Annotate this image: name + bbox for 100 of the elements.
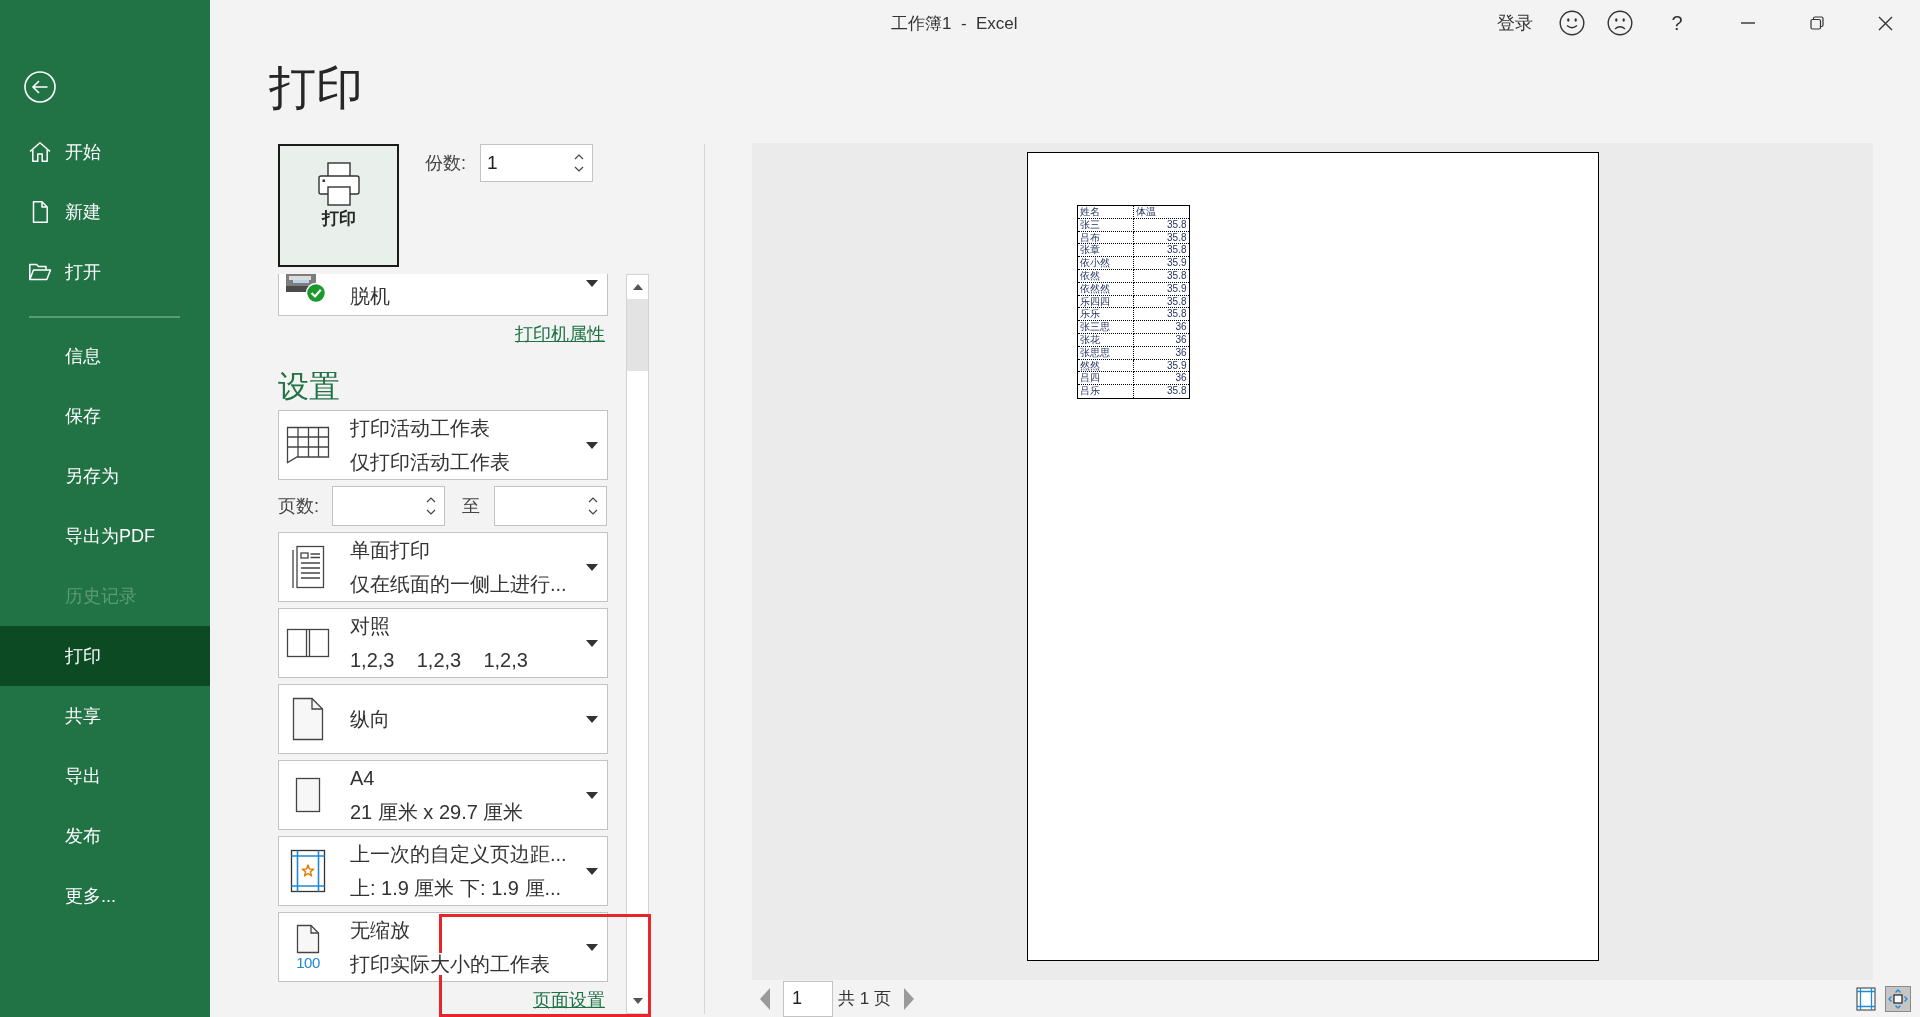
page-from-field[interactable] — [332, 486, 445, 526]
settings-heading: 设置 — [278, 370, 340, 404]
table-cell: 张三 — [1077, 218, 1134, 232]
caret-icon — [586, 867, 598, 875]
help-button[interactable]: ? — [1654, 0, 1700, 46]
table-cell: 乐乐 — [1077, 308, 1134, 322]
previous-page-button[interactable] — [760, 987, 770, 1010]
home-icon — [28, 140, 52, 164]
page-to-field[interactable] — [494, 486, 607, 526]
print-button[interactable]: 打印 — [278, 144, 399, 267]
copies-field[interactable]: 1 — [480, 144, 593, 182]
caret-icon — [586, 791, 598, 799]
page-setup-link[interactable]: 页面设置 — [533, 990, 605, 1010]
table-cell: 依然 — [1077, 270, 1134, 283]
nav-item[interactable]: 发布 — [0, 806, 210, 866]
sheet-grid-icon — [286, 426, 330, 464]
nav-item[interactable]: 共享 — [0, 686, 210, 746]
table-cell: 35.8 — [1133, 218, 1189, 232]
nav-item[interactable]: 打开 — [0, 242, 210, 302]
column-header: 姓名 — [1077, 206, 1134, 219]
settings-dropdown[interactable]: 纵向 — [278, 684, 608, 754]
nav-item[interactable]: 保存 — [0, 386, 210, 446]
table-cell: 35.9 — [1133, 359, 1189, 373]
caret-icon — [586, 563, 598, 571]
table-cell: 36 — [1133, 372, 1189, 386]
option-description: 上: 1.9 厘米 下: 1.9 厘... — [350, 877, 562, 899]
nav-item[interactable]: 导出为PDF — [0, 506, 210, 566]
table-cell: 吕布 — [1077, 231, 1134, 245]
smiley-face-icon — [1559, 10, 1585, 36]
nav-item[interactable]: 新建 — [0, 182, 210, 242]
scrollbar-thumb[interactable] — [627, 299, 648, 371]
page-count: 共 1 页 — [838, 988, 891, 1010]
settings-dropdown[interactable]: 对照 1,2,3 1,2,3 1,2,3 — [278, 608, 608, 678]
table-cell: 张章 — [1077, 244, 1134, 258]
chevron-down-icon[interactable] — [426, 509, 436, 515]
chevron-up-icon[interactable] — [426, 497, 436, 503]
nav-item[interactable]: 信息 — [0, 326, 210, 386]
triangle-down-icon — [632, 998, 643, 1004]
table-cell: 35.8 — [1133, 231, 1189, 245]
next-page-button[interactable] — [903, 987, 914, 1010]
page-icon — [292, 697, 324, 741]
table-cell: 张思思 — [1077, 346, 1134, 360]
table-cell: 36 — [1133, 346, 1189, 360]
printer-ready-icon — [285, 274, 327, 304]
to-label: 至 — [462, 495, 480, 518]
option-description: 21 厘米 x 29.7 厘米 — [350, 801, 524, 823]
nav-item[interactable]: 开始 — [0, 122, 210, 182]
caret-icon — [586, 280, 598, 287]
table-cell: 35.8 — [1133, 308, 1189, 322]
printer-properties-link[interactable]: 打印机属性 — [515, 324, 605, 344]
nav-item[interactable]: 导出 — [0, 746, 210, 806]
table-cell: 35.9 — [1133, 282, 1189, 296]
minimize-icon — [1740, 22, 1755, 24]
settings-dropdown[interactable]: 100 无缩放 打印实际大小的工作表 — [278, 912, 608, 982]
table-cell: 35.9 — [1133, 257, 1189, 270]
fit-page-icon — [1888, 988, 1908, 1009]
page-icon — [296, 923, 320, 954]
margins-view-icon — [1856, 986, 1876, 1011]
table-cell: 张花 — [1077, 333, 1134, 347]
option-description: 打印实际大小的工作表 — [350, 953, 550, 975]
scrollbar[interactable] — [626, 274, 649, 1014]
table-cell: 35.8 — [1133, 270, 1189, 283]
sad-face-icon — [1607, 10, 1633, 36]
table-cell: 依然然 — [1077, 282, 1134, 296]
table-cell: 36 — [1133, 321, 1189, 334]
copies-label: 份数: — [425, 152, 466, 175]
chevron-up-icon[interactable] — [588, 497, 598, 503]
nav-item: 历史记录 — [0, 566, 210, 626]
table-cell: 35.8 — [1133, 244, 1189, 258]
document-lines-icon — [291, 545, 325, 589]
settings-dropdown[interactable]: 上一次的自定义页边距... 上: 1.9 厘米 下: 1.9 厘... — [278, 836, 608, 906]
view-toggle[interactable] — [1885, 985, 1911, 1012]
close-icon — [1878, 15, 1893, 31]
chevron-down-icon[interactable] — [588, 509, 598, 515]
table-cell: 吕乐 — [1077, 385, 1134, 398]
printer-dropdown[interactable]: 脱机 — [278, 274, 608, 316]
settings-dropdown[interactable]: 打印活动工作表 仅打印活动工作表 — [278, 410, 608, 480]
page-number-field[interactable]: 1 — [783, 980, 833, 1017]
settings-dropdown[interactable]: 单面打印 仅在纸面的一侧上进行... — [278, 532, 608, 602]
restore-icon — [1809, 16, 1824, 30]
caret-icon — [586, 715, 598, 723]
nav-item[interactable]: 另存为 — [0, 446, 210, 506]
sign-in-link[interactable]: 登录 — [1497, 11, 1533, 35]
triangle-up-icon — [632, 284, 643, 290]
option-title: 单面打印 — [350, 539, 430, 561]
printer-status: 脱机 — [350, 286, 391, 306]
printer-icon — [315, 161, 362, 207]
triangle-right-icon — [903, 987, 914, 1010]
option-title: 打印活动工作表 — [350, 417, 490, 439]
option-description: 仅打印活动工作表 — [350, 451, 510, 473]
paper-icon — [295, 777, 321, 813]
chevron-down-icon[interactable] — [574, 166, 584, 172]
table-cell-text: 35.8 — [1166, 385, 1188, 398]
settings-dropdown[interactable]: A4 21 厘米 x 29.7 厘米 — [278, 760, 608, 830]
nav-item[interactable]: 打印 — [0, 626, 210, 686]
view-toggle[interactable] — [1853, 985, 1879, 1012]
chevron-up-icon[interactable] — [574, 154, 584, 160]
scale-value: 100 — [296, 954, 320, 971]
nav-item[interactable]: 更多... — [0, 866, 210, 926]
table-cell: 吕四 — [1077, 372, 1134, 386]
